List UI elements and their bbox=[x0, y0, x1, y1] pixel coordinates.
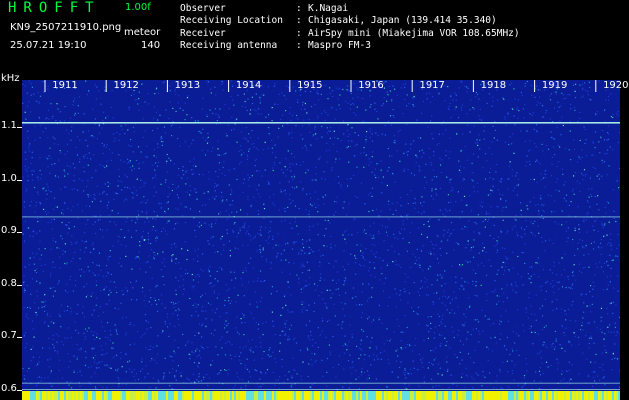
x-tick bbox=[105, 80, 107, 92]
x-tick-label: 1914 bbox=[235, 80, 262, 91]
x-tick-label: 1918 bbox=[480, 80, 507, 91]
x-tick-label: 1917 bbox=[419, 80, 445, 91]
carrier-line bbox=[22, 122, 620, 124]
y-tick bbox=[17, 232, 22, 234]
carrier-line bbox=[22, 216, 620, 218]
carrier-line bbox=[22, 389, 620, 390]
info-row-observer: Observer: K.Nagai bbox=[180, 3, 520, 15]
y-tick bbox=[17, 179, 22, 181]
info-row-location: Receiving Location: Chigasaki, Japan (139… bbox=[180, 15, 520, 27]
x-tick bbox=[228, 80, 230, 92]
y-tick-label: 0.8 bbox=[1, 277, 17, 289]
x-tick-label: 1915 bbox=[297, 80, 323, 91]
info-value: AirSpy mini (Miakejima VOR 108.65MHz) bbox=[308, 27, 520, 39]
spectrogram-svg bbox=[22, 80, 620, 400]
right-margin bbox=[620, 80, 629, 400]
info-value: Chigasaki, Japan (139.414 35.340) bbox=[308, 15, 497, 27]
info-row-receiver: Receiver: AirSpy mini (Miakejima VOR 108.… bbox=[180, 28, 520, 40]
y-axis-unit: kHz bbox=[1, 73, 20, 84]
count-label: 140 bbox=[141, 40, 161, 51]
x-tick bbox=[166, 80, 168, 92]
y-tick bbox=[17, 389, 22, 391]
y-tick bbox=[17, 127, 22, 129]
y-tick bbox=[17, 337, 22, 339]
info-key: Receiving Location bbox=[180, 15, 283, 27]
x-tick bbox=[411, 80, 413, 92]
info-separator: : bbox=[296, 15, 302, 27]
datetime-label: 25.07.21 19:10 bbox=[10, 40, 87, 51]
x-tick-label: 1912 bbox=[113, 80, 139, 91]
noise-texture bbox=[22, 80, 620, 391]
info-key: Receiving antenna bbox=[180, 39, 278, 51]
x-tick bbox=[350, 80, 352, 92]
header-panel: HROFFT 1.00f KN9_2507211910.png meteor 2… bbox=[0, 0, 629, 76]
info-key: Observer bbox=[180, 3, 226, 14]
filename-label: KN9_2507211910.png bbox=[10, 22, 122, 33]
bottom-band bbox=[22, 391, 620, 400]
x-tick bbox=[289, 80, 291, 92]
x-tick bbox=[44, 80, 46, 92]
mode-label: meteor bbox=[124, 27, 161, 38]
app-title: HROFFT bbox=[8, 0, 101, 16]
info-separator: : bbox=[296, 27, 302, 39]
y-tick bbox=[17, 284, 22, 286]
info-key: Receiver bbox=[180, 27, 226, 39]
x-tick bbox=[472, 80, 474, 92]
x-tick-label: 1913 bbox=[174, 80, 201, 91]
info-separator: : bbox=[296, 39, 302, 51]
y-tick-label: 1.1 bbox=[1, 120, 17, 132]
version-label: 1.00f bbox=[125, 2, 151, 13]
x-tick-label: 1916 bbox=[358, 80, 384, 91]
x-tick-label: 1919 bbox=[541, 80, 568, 91]
info-separator: : bbox=[296, 3, 302, 14]
x-tick bbox=[534, 80, 536, 92]
y-tick-label: 1.0 bbox=[1, 172, 17, 184]
y-tick-label: 0.9 bbox=[1, 225, 17, 237]
info-value: Maspro FM-3 bbox=[308, 39, 371, 51]
info-value: K.Nagai bbox=[308, 3, 349, 14]
x-tick-label: 1911 bbox=[52, 80, 78, 91]
y-tick-label: 0.6 bbox=[1, 382, 17, 394]
x-tick-label: 1920 bbox=[603, 80, 629, 91]
info-row-antenna: Receiving antenna: Maspro FM-3 bbox=[180, 40, 520, 52]
station-info: Observer: K.Nagai Receiving Location: Chig… bbox=[180, 3, 520, 52]
y-tick-label: 0.7 bbox=[1, 330, 17, 342]
spectrogram-plot bbox=[22, 80, 620, 400]
carrier-line bbox=[22, 382, 620, 384]
x-tick bbox=[595, 80, 597, 92]
